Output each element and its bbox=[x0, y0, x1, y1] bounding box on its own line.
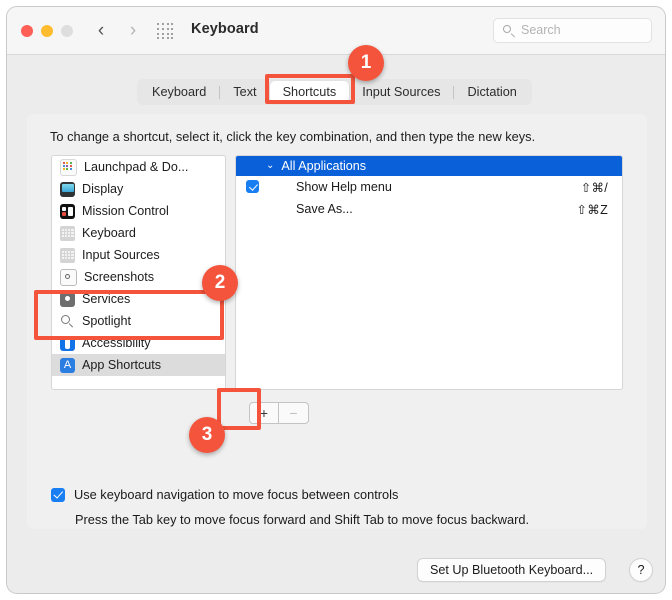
sidebar-item-services[interactable]: Services bbox=[52, 288, 225, 310]
shortcut-enabled-checkbox[interactable] bbox=[246, 202, 259, 215]
sidebar-item-label: Screenshots bbox=[84, 270, 155, 284]
sidebar-item-label: Launchpad & Do... bbox=[84, 160, 189, 174]
shortcut-row[interactable]: Show Help menu ⇧⌘/ bbox=[236, 176, 622, 198]
search-placeholder: Search bbox=[521, 23, 561, 37]
help-button[interactable]: ? bbox=[629, 558, 653, 582]
sidebar-item-launchpad[interactable]: Launchpad & Do... bbox=[52, 156, 225, 178]
sidebar-item-label: Display bbox=[82, 182, 124, 196]
forward-arrow-icon[interactable]: › bbox=[123, 20, 143, 42]
tab-shortcuts[interactable]: Shortcuts bbox=[269, 81, 350, 103]
sidebar-item-label: Input Sources bbox=[82, 248, 160, 262]
sidebar-item-accessibility[interactable]: Accessibility bbox=[52, 332, 225, 354]
shortcuts-panel: To change a shortcut, select it, click t… bbox=[27, 114, 647, 529]
keyboard-preferences-window: ‹ › Keyboard Search Keyboard Text Shortc… bbox=[6, 6, 666, 594]
list-edit-buttons: + − bbox=[249, 402, 309, 424]
tab-dictation[interactable]: Dictation bbox=[454, 81, 529, 103]
tab-keyboard[interactable]: Keyboard bbox=[139, 81, 219, 103]
back-arrow-icon[interactable]: ‹ bbox=[91, 20, 111, 42]
shortcut-enabled-checkbox[interactable] bbox=[246, 180, 259, 193]
page-title: Keyboard bbox=[191, 21, 259, 37]
shortcut-group-header[interactable]: ⌄ All Applications bbox=[236, 156, 622, 176]
show-all-grid-icon[interactable] bbox=[157, 23, 174, 40]
keyboard-navigation-row[interactable]: Use keyboard navigation to move focus be… bbox=[51, 487, 398, 502]
sidebar-item-screenshots[interactable]: Screenshots bbox=[52, 266, 225, 288]
search-icon bbox=[503, 25, 515, 37]
zoom-window-button[interactable] bbox=[61, 25, 73, 37]
tab-input-sources[interactable]: Input Sources bbox=[349, 81, 453, 103]
shortcut-row[interactable]: Save As... ⇧⌘Z bbox=[236, 198, 622, 220]
set-up-bluetooth-keyboard-button[interactable]: Set Up Bluetooth Keyboard... bbox=[417, 558, 607, 582]
keyboard-navigation-hint: Press the Tab key to move focus forward … bbox=[75, 512, 530, 527]
shortcut-category-list[interactable]: Launchpad & Do... Display Mission Contro… bbox=[51, 155, 226, 390]
add-shortcut-button[interactable]: + bbox=[249, 402, 279, 424]
accessibility-icon bbox=[60, 335, 75, 351]
shortcut-items-list[interactable]: ⌄ All Applications Show Help menu ⇧⌘/ Sa… bbox=[235, 155, 623, 390]
minimize-window-button[interactable] bbox=[41, 25, 53, 37]
sidebar-item-display[interactable]: Display bbox=[52, 178, 225, 200]
sidebar-item-mission-control[interactable]: Mission Control bbox=[52, 200, 225, 222]
annotation-badge-2: 2 bbox=[202, 265, 238, 301]
sidebar-item-label: Keyboard bbox=[82, 226, 136, 240]
sidebar-item-spotlight[interactable]: Spotlight bbox=[52, 310, 225, 332]
spotlight-icon bbox=[60, 314, 75, 329]
keyboard-navigation-label: Use keyboard navigation to move focus be… bbox=[74, 487, 399, 502]
preference-tabs: Keyboard Text Shortcuts Input Sources Di… bbox=[137, 79, 532, 105]
sidebar-item-label: App Shortcuts bbox=[82, 358, 162, 372]
sidebar-item-keyboard[interactable]: Keyboard bbox=[52, 222, 225, 244]
search-input[interactable]: Search bbox=[493, 18, 652, 43]
shortcut-group-label: All Applications bbox=[281, 159, 367, 173]
remove-shortcut-button: − bbox=[279, 402, 309, 424]
app-shortcuts-icon bbox=[60, 357, 75, 373]
window-titlebar: ‹ › Keyboard Search bbox=[7, 7, 665, 55]
keyboard-navigation-checkbox[interactable] bbox=[51, 487, 65, 502]
mission-control-icon bbox=[60, 203, 75, 219]
sidebar-item-label: Services bbox=[82, 292, 131, 306]
sidebar-item-label: Mission Control bbox=[82, 204, 169, 218]
annotation-badge-3: 3 bbox=[189, 417, 225, 453]
sidebar-item-label: Accessibility bbox=[82, 336, 151, 350]
annotation-badge-1: 1 bbox=[348, 45, 384, 81]
shortcut-name: Show Help menu bbox=[296, 180, 392, 194]
shortcut-key-combination[interactable]: ⇧⌘/ bbox=[581, 180, 608, 195]
chevron-down-icon[interactable]: ⌄ bbox=[266, 156, 274, 176]
tab-text[interactable]: Text bbox=[220, 81, 269, 103]
shortcut-name: Save As... bbox=[296, 202, 353, 216]
sidebar-item-label: Spotlight bbox=[82, 314, 132, 328]
close-window-button[interactable] bbox=[21, 25, 33, 37]
display-icon bbox=[60, 181, 75, 197]
shortcut-key-combination[interactable]: ⇧⌘Z bbox=[577, 202, 608, 217]
keyboard-icon bbox=[60, 225, 75, 241]
screenshots-icon bbox=[60, 268, 77, 286]
sidebar-item-app-shortcuts[interactable]: App Shortcuts bbox=[52, 354, 225, 376]
services-icon bbox=[60, 291, 75, 307]
sidebar-item-input-sources[interactable]: Input Sources bbox=[52, 244, 225, 266]
launchpad-icon bbox=[60, 158, 77, 176]
input-sources-icon bbox=[60, 247, 75, 263]
instruction-text: To change a shortcut, select it, click t… bbox=[50, 129, 536, 144]
